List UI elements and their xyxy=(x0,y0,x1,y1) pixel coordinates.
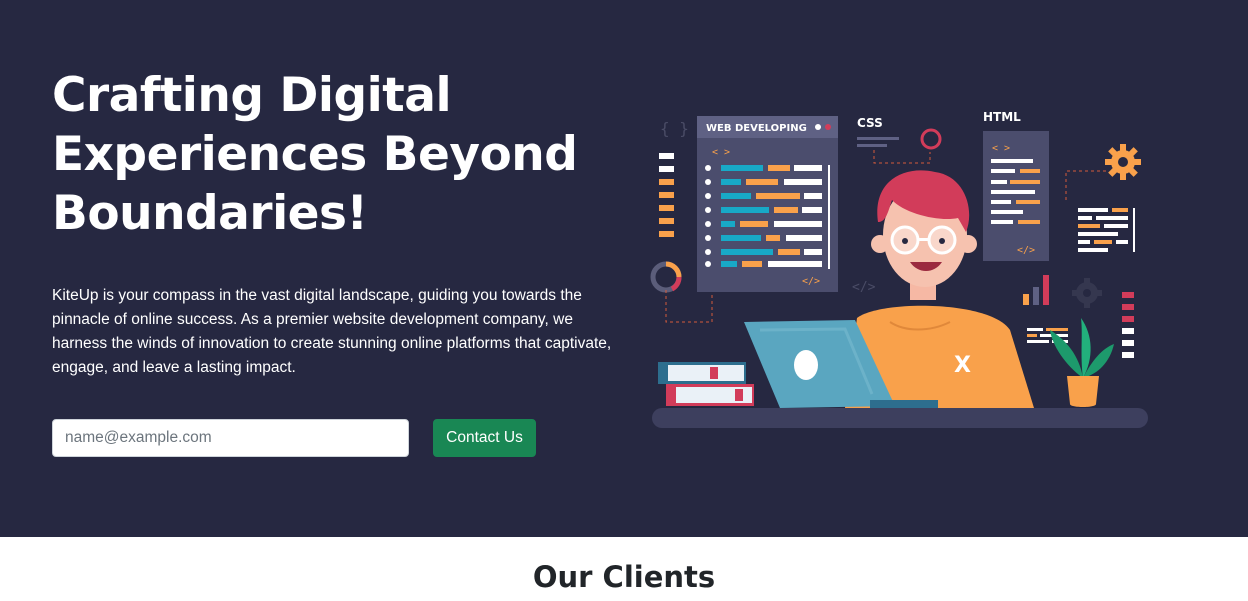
code-tag-close: </> xyxy=(802,276,820,287)
books-icon xyxy=(658,362,754,406)
ring-icon xyxy=(920,128,942,150)
email-input[interactable] xyxy=(52,419,409,457)
contact-us-button[interactable]: Contact Us xyxy=(433,419,536,457)
css-label: CSS xyxy=(857,116,883,130)
svg-text:< >: < > xyxy=(992,143,1010,154)
bar-chart-icon xyxy=(1023,275,1049,305)
desk xyxy=(652,408,1148,428)
web-developer-illustration: { } WEB DEVELOPING < > </> CSS </> HTML … xyxy=(650,110,1148,428)
hero-description: KiteUp is your compass in the vast digit… xyxy=(52,287,612,376)
gear-icon xyxy=(1105,144,1141,180)
shirt-mark: X xyxy=(954,353,971,378)
right-text-lines xyxy=(1078,208,1135,252)
braces-icon: { } xyxy=(660,119,689,138)
right-bars-decoration xyxy=(1122,292,1134,358)
html-label: HTML xyxy=(983,110,1021,124)
svg-text:</>: </> xyxy=(852,280,876,295)
hero-section: Crafting Digital Experiences Beyond Boun… xyxy=(0,0,1248,537)
our-clients-heading: Our Clients xyxy=(532,560,716,594)
web-developing-panel: WEB DEVELOPING < > </> xyxy=(697,116,838,292)
plant-icon xyxy=(1050,318,1114,407)
web-panel-title: WEB DEVELOPING xyxy=(706,123,807,134)
code-tag-open: < > xyxy=(712,147,730,158)
background-gear-icon xyxy=(1072,278,1102,308)
svg-text:</>: </> xyxy=(1017,245,1035,256)
html-panel: < > </> xyxy=(983,131,1049,261)
hero-title: Crafting Digital Experiences Beyond Boun… xyxy=(52,68,578,241)
left-bars-decoration xyxy=(659,153,674,237)
